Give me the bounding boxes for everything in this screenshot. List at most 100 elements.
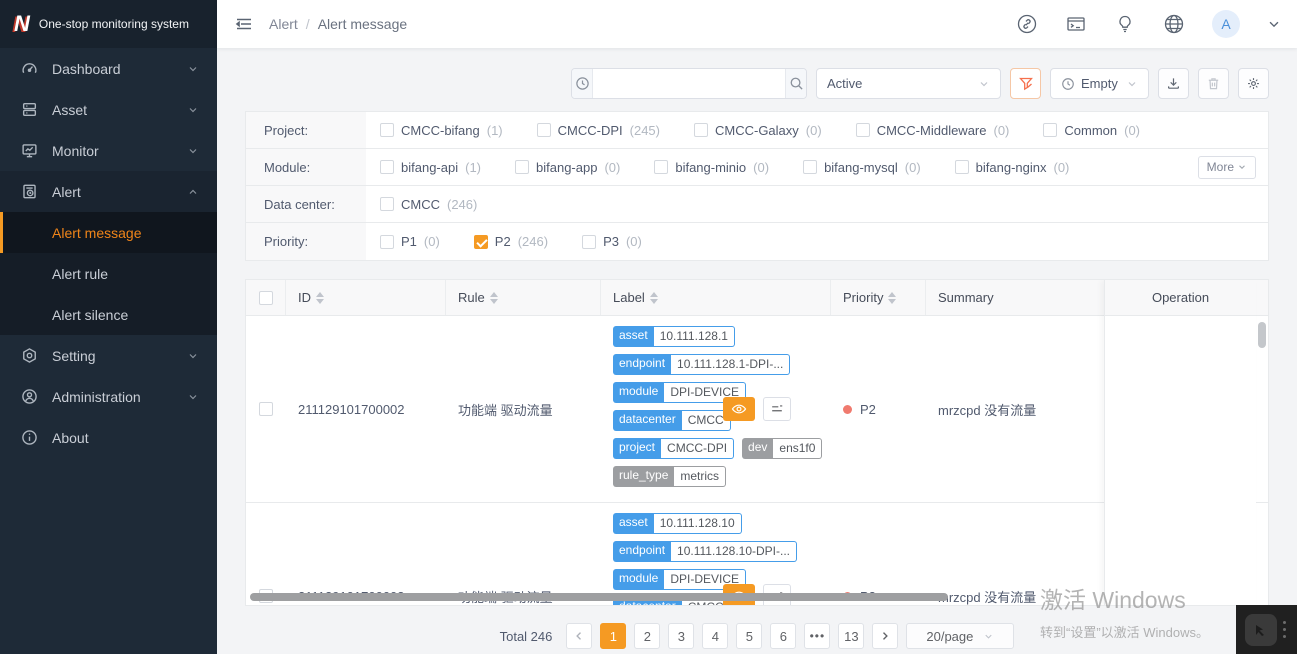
checkbox[interactable] (694, 123, 708, 137)
sidebar-item-about[interactable]: About (0, 417, 217, 458)
sidebar-item-asset[interactable]: Asset (0, 89, 217, 130)
sidebar-item-alert-message[interactable]: Alert message (0, 212, 217, 253)
sidebar-item-monitor[interactable]: Monitor (0, 130, 217, 171)
checkbox[interactable] (380, 234, 394, 249)
drag-handle-dots[interactable] (1283, 621, 1286, 638)
checkbox[interactable] (380, 160, 394, 174)
more-button[interactable]: More (1197, 155, 1256, 179)
search-group (571, 68, 807, 99)
checkbox[interactable] (515, 160, 529, 174)
checkbox-bifang-nginx[interactable]: bifang-nginx (0) (954, 160, 1069, 175)
chevron-down-icon (978, 78, 990, 90)
chevron-down-icon (187, 350, 199, 362)
column-header-id[interactable]: ID (286, 280, 446, 315)
page-size-select[interactable]: 20/page (906, 623, 1015, 649)
avatar[interactable]: A (1212, 10, 1240, 38)
checkbox-cmcc-bifang[interactable]: CMCC-bifang (1) (380, 123, 503, 138)
touchpad-icon[interactable] (1245, 613, 1277, 646)
checkbox-bifang-mysql[interactable]: bifang-mysql (0) (803, 160, 921, 175)
alert-submenu: Alert message Alert rule Alert silence (0, 212, 217, 335)
page-button-1[interactable]: 1 (600, 623, 627, 649)
label-tag[interactable]: rule_type metrics (613, 466, 727, 487)
checkbox[interactable] (803, 160, 818, 174)
total-count: Total 246 (499, 628, 553, 644)
page-button-4[interactable]: 4 (702, 623, 729, 649)
checkbox[interactable] (855, 123, 870, 137)
checkbox-common[interactable]: Common (0) (1043, 123, 1140, 138)
checkbox[interactable] (582, 234, 597, 249)
delete-button[interactable] (1198, 68, 1229, 99)
sidebar-item-label: About (52, 429, 89, 446)
label-tag[interactable]: asset 10.111.128.1 (613, 326, 735, 347)
settings-button[interactable] (1238, 68, 1269, 99)
select-all-checkbox[interactable] (258, 290, 273, 305)
page-ellipsis[interactable]: ••• (804, 623, 831, 649)
search-icon[interactable] (785, 69, 806, 98)
sidebar-item-alert-silence[interactable]: Alert silence (0, 294, 217, 335)
horizontal-scrollbar[interactable] (250, 593, 948, 601)
status-select[interactable]: Active (816, 68, 1001, 99)
checkbox-checked[interactable] (473, 234, 488, 249)
breadcrumb-alert[interactable]: Alert (269, 16, 298, 32)
status-select-value: Active (827, 76, 863, 91)
checkbox-p3[interactable]: P3 (0) (582, 234, 642, 249)
sidebar-item-dashboard[interactable]: Dashboard (0, 48, 217, 89)
page-button-2[interactable]: 2 (634, 623, 661, 649)
checkbox[interactable] (654, 160, 669, 174)
label-tag[interactable]: endpoint 10.111.128.10-DPI-... (613, 541, 798, 562)
checkbox-p2[interactable]: P2 (246) (473, 234, 548, 249)
column-header-label[interactable]: Label (601, 280, 831, 315)
page-button-13[interactable]: 13 (838, 623, 865, 649)
checkbox-cmcc[interactable]: CMCC (246) (380, 197, 477, 212)
globe-icon[interactable] (1163, 13, 1185, 35)
gear-icon (1246, 76, 1261, 91)
sidebar-item-label: Alert message (52, 224, 142, 241)
checkbox[interactable] (380, 123, 394, 137)
next-page-button[interactable] (872, 623, 899, 649)
label-tag[interactable]: project CMCC-DPI (613, 438, 735, 459)
sidebar-item-administration[interactable]: Administration (0, 376, 217, 417)
label-tag[interactable]: endpoint 10.111.128.1-DPI-... (613, 354, 791, 375)
checkbox-bifang-app[interactable]: bifang-app (0) (515, 160, 620, 175)
page-button-5[interactable]: 5 (736, 623, 763, 649)
lightbulb-icon[interactable] (1114, 13, 1136, 35)
terminal-icon[interactable] (1065, 13, 1087, 35)
label-tag[interactable]: dev ens1f0 (742, 438, 823, 459)
checkbox[interactable] (954, 160, 969, 174)
checkbox-bifang-minio[interactable]: bifang-minio (0) (654, 160, 769, 175)
time-range-select[interactable]: Empty (1050, 68, 1149, 99)
column-header-summary: Summary (926, 280, 1106, 315)
checkbox-bifang-api[interactable]: bifang-api (1) (380, 160, 481, 175)
sort-icon[interactable] (316, 291, 324, 304)
checkbox[interactable] (380, 197, 394, 211)
sidebar-item-alert-rule[interactable]: Alert rule (0, 253, 217, 294)
checkbox[interactable] (536, 123, 551, 137)
sidebar-item-setting[interactable]: Setting (0, 335, 217, 376)
checkbox-cmcc-dpi[interactable]: CMCC-DPI (245) (536, 123, 660, 138)
prev-page-button[interactable] (566, 623, 593, 649)
page-button-3[interactable]: 3 (668, 623, 695, 649)
sidebar-collapse-icon[interactable] (235, 15, 253, 33)
view-button[interactable] (723, 397, 755, 421)
sort-icon[interactable] (649, 291, 658, 304)
trash-icon (1206, 76, 1221, 91)
download-button[interactable] (1158, 68, 1189, 99)
column-header-rule[interactable]: Rule (446, 280, 601, 315)
checkbox-cmcc-middleware[interactable]: CMCC-Middleware (0) (855, 123, 1009, 138)
checkbox[interactable] (1043, 123, 1058, 137)
sidebar-item-alert[interactable]: Alert (0, 171, 217, 212)
link-icon[interactable] (1016, 13, 1038, 35)
search-input[interactable] (593, 69, 785, 98)
sort-icon[interactable] (888, 291, 897, 304)
detail-button[interactable] (763, 397, 791, 421)
checkbox-p1[interactable]: P1 (0) (380, 234, 440, 249)
chevron-down-icon[interactable] (1267, 17, 1281, 31)
label-tag[interactable]: asset 10.111.128.10 (613, 513, 742, 534)
app-logo: N One-stop monitoring system (0, 0, 217, 48)
vertical-scrollbar[interactable] (1258, 322, 1266, 348)
column-header-priority[interactable]: Priority (831, 280, 926, 315)
sort-icon[interactable] (489, 291, 498, 304)
page-button-6[interactable]: 6 (770, 623, 797, 649)
checkbox-cmcc-galaxy[interactable]: CMCC-Galaxy (0) (694, 123, 822, 138)
filter-funnel-button[interactable] (1010, 68, 1041, 99)
